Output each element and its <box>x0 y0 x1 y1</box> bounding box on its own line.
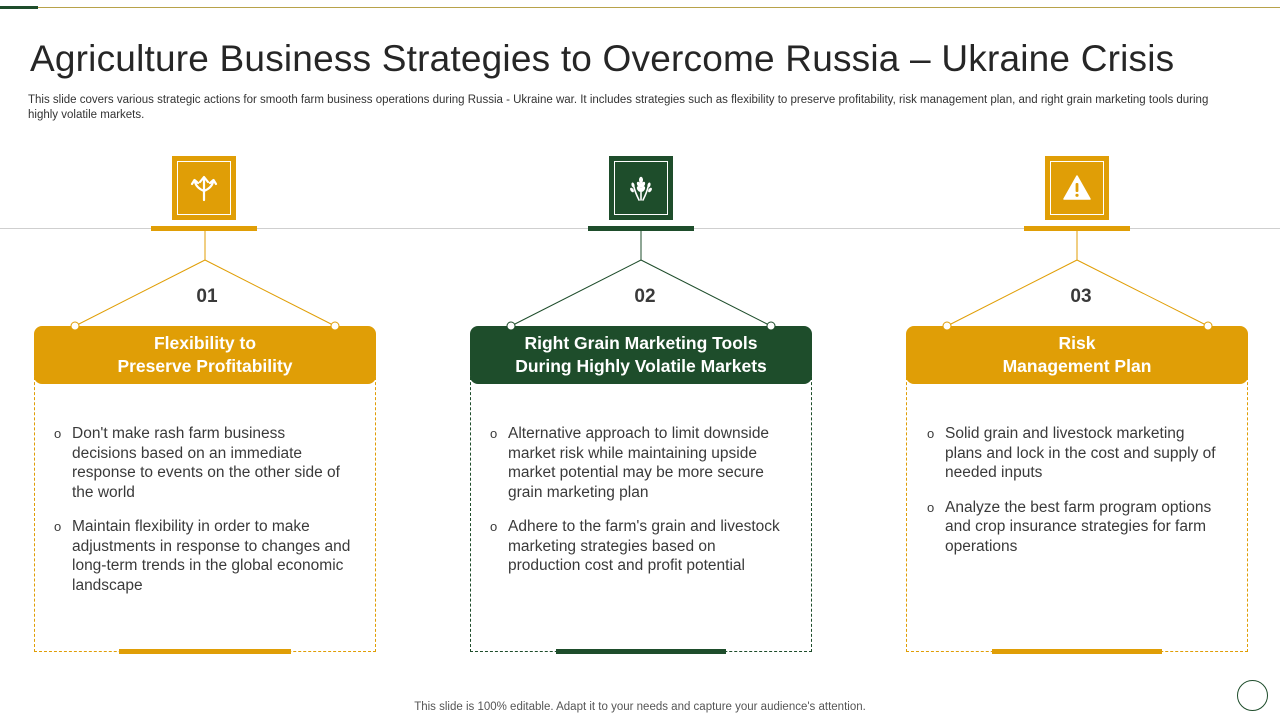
connector-dots <box>70 321 1213 331</box>
corner-circle-decoration <box>1237 680 1268 711</box>
connector-dot <box>942 321 952 331</box>
connector-dot <box>70 321 80 331</box>
connector-dot <box>506 321 516 331</box>
connector-dot <box>1203 321 1213 331</box>
slide-footer-note: This slide is 100% editable. Adapt it to… <box>414 701 866 713</box>
connector-dot <box>766 321 776 331</box>
connector-dot <box>330 321 340 331</box>
